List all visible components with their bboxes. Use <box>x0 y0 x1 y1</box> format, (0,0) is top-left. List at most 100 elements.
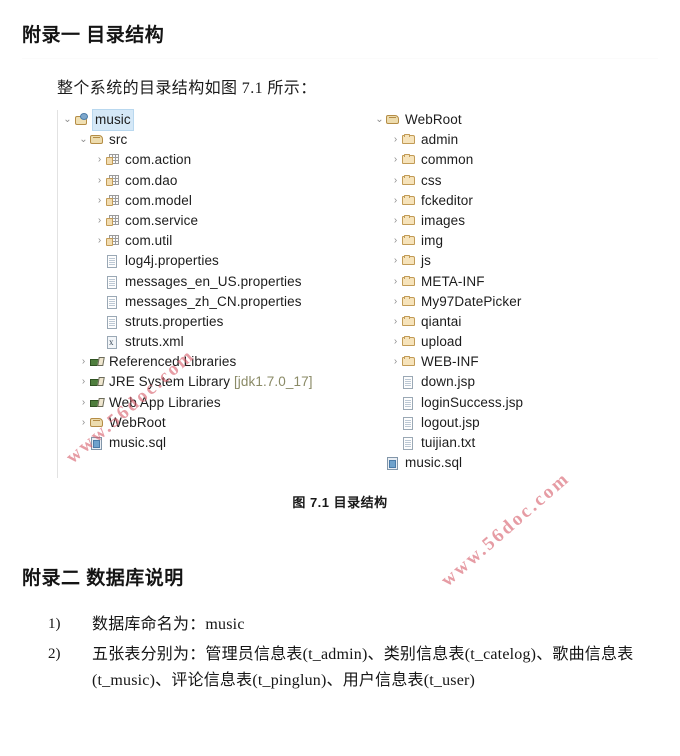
chevron-right-icon[interactable]: › <box>78 372 89 392</box>
chevron-right-icon[interactable]: › <box>390 292 401 312</box>
tree-left-item-node[interactable]: › WebRoot <box>62 413 313 433</box>
chevron-right-icon[interactable]: › <box>390 191 401 211</box>
tree-left-item-node[interactable]: › com.model <box>62 191 313 211</box>
tree-right-item-node[interactable]: › fckeditor <box>374 191 523 211</box>
folder-icon <box>401 211 418 231</box>
tree-left-item-node[interactable]: › JRE System Library [jdk1.7.0_17] <box>62 372 313 392</box>
source-folder-icon <box>89 413 106 433</box>
tree-right-item-node[interactable]: › upload <box>374 332 523 352</box>
tree-right-item-label: music.sql <box>405 455 463 471</box>
figure-caption: 图 7.1 目录结构 <box>292 495 388 510</box>
chevron-right-icon[interactable]: › <box>94 150 105 170</box>
chevron-right-icon[interactable]: › <box>78 413 89 433</box>
tree-left-item-node[interactable]: ⌄ src <box>62 130 313 150</box>
watermark-right: www.56doc.com <box>437 467 575 591</box>
tree-left-item-label: com.dao <box>125 172 178 188</box>
list-item-text: 数据库命名为：music <box>92 616 245 633</box>
tree-right-item-node[interactable]: › admin <box>374 130 523 150</box>
tree-right-item-label: tuijian.txt <box>421 435 476 450</box>
package-icon <box>105 171 122 191</box>
tree-left-item-node[interactable]: log4j.properties <box>62 251 313 271</box>
tree-left-item-node[interactable]: messages_zh_CN.properties <box>62 292 313 312</box>
chevron-down-icon[interactable]: ⌄ <box>62 110 73 130</box>
chevron-right-icon[interactable]: › <box>390 130 401 150</box>
tree-left-item-node[interactable]: › Web App Libraries <box>62 393 313 413</box>
tree-left-item-node[interactable]: ⌄ music <box>62 108 313 132</box>
chevron-right-icon[interactable]: › <box>94 191 105 211</box>
chevron-right-icon[interactable]: › <box>94 171 105 191</box>
tree-left-item-label: struts.xml <box>125 334 184 350</box>
file-icon <box>401 413 418 433</box>
intro-paragraph: 整个系统的目录结构如图 7.1 所示： <box>57 80 317 97</box>
chevron-right-icon[interactable]: › <box>390 150 401 170</box>
chevron-right-icon[interactable]: › <box>94 231 105 251</box>
tree-left-item-node[interactable]: struts.properties <box>62 312 313 332</box>
tree-left-item-node[interactable]: struts.xml <box>62 332 313 352</box>
sql-file-icon <box>385 453 402 473</box>
chevron-right-icon[interactable]: › <box>390 211 401 231</box>
folder-icon <box>401 231 418 251</box>
chevron-right-icon[interactable]: › <box>390 171 401 191</box>
tree-left-item-node[interactable]: › com.dao <box>62 171 313 191</box>
tree-left-item-node[interactable]: › com.service <box>62 211 313 231</box>
tree-right-item-label: img <box>421 233 444 249</box>
tree-right-item-node[interactable]: › META-INF <box>374 272 523 292</box>
chevron-right-icon[interactable]: › <box>390 332 401 352</box>
appendix-one-heading: 附录一 目录结构 <box>22 25 165 46</box>
database-list-item: 1) 数据库命名为：music <box>48 612 648 638</box>
package-icon <box>105 191 122 211</box>
tree-right-item-node[interactable]: › common <box>374 150 523 170</box>
folder-icon <box>401 251 418 271</box>
chevron-right-icon[interactable]: › <box>78 352 89 372</box>
chevron-right-icon[interactable]: › <box>94 211 105 231</box>
tree-right-item-node[interactable]: logout.jsp <box>374 413 523 433</box>
tree-right-item-node[interactable]: › WEB-INF <box>374 352 523 372</box>
folder-icon <box>401 292 418 312</box>
tree-right-item-node[interactable]: › qiantai <box>374 312 523 332</box>
tree-right-item-label: META-INF <box>421 273 485 289</box>
source-folder-icon <box>385 110 402 130</box>
tree-right-item-node[interactable]: music.sql <box>374 453 523 473</box>
tree-left-item-label: messages_en_US.properties <box>125 273 302 289</box>
tree-left-item-node[interactable]: music.sql <box>62 433 313 453</box>
tree-left-item-node[interactable]: › com.util <box>62 231 313 251</box>
file-icon <box>105 251 122 271</box>
tree-left-item-node[interactable]: › Referenced Libraries <box>62 352 313 372</box>
tree-left-item-label: music.sql <box>109 435 167 450</box>
tree-left-item-label: music <box>92 108 134 132</box>
folder-icon <box>401 191 418 211</box>
chevron-down-icon[interactable]: ⌄ <box>78 130 89 150</box>
chevron-down-icon[interactable]: ⌄ <box>374 110 385 130</box>
tree-left-item-label: com.service <box>125 212 199 228</box>
file-icon <box>105 312 122 332</box>
library-icon <box>89 352 106 372</box>
tree-left-item-node[interactable]: messages_en_US.properties <box>62 272 313 292</box>
folder-icon <box>401 312 418 332</box>
tree-right-item-node[interactable]: › images <box>374 211 523 231</box>
chevron-right-icon[interactable]: › <box>390 231 401 251</box>
library-icon <box>89 372 106 392</box>
tree-right-item-node[interactable]: › img <box>374 231 523 251</box>
tree-left-item-label: JRE System Library <box>109 374 231 390</box>
tree-right-item-node[interactable]: › My97DatePicker <box>374 292 523 312</box>
folder-icon <box>401 352 418 372</box>
chevron-right-icon[interactable]: › <box>78 393 89 413</box>
file-icon <box>105 272 122 292</box>
tree-left-item-sublabel: [jdk1.7.0_17] <box>230 374 313 390</box>
chevron-right-icon[interactable]: › <box>390 352 401 372</box>
chevron-right-icon[interactable]: › <box>390 251 401 271</box>
tree-right-item-node[interactable]: › css <box>374 171 523 191</box>
tree-right-item-node[interactable]: loginSuccess.jsp <box>374 393 523 413</box>
tree-left-item-node[interactable]: › com.action <box>62 150 313 170</box>
folder-icon <box>401 130 418 150</box>
tree-right-item-node[interactable]: › js <box>374 251 523 271</box>
tree-right-item-label: images <box>421 212 466 228</box>
tree-right-item-label: js <box>421 253 431 269</box>
project-explorer-tree-left: ⌄ music ⌄ src › com.action › com.dao › com.model ›… <box>62 108 313 453</box>
chevron-right-icon[interactable]: › <box>390 272 401 292</box>
tree-right-item-node[interactable]: down.jsp <box>374 372 523 392</box>
tree-right-item-node[interactable]: ⌄ WebRoot <box>374 110 523 130</box>
tree-right-item-node[interactable]: tuijian.txt <box>374 433 523 453</box>
tree-right-item-label: upload <box>421 334 463 350</box>
chevron-right-icon[interactable]: › <box>390 312 401 332</box>
